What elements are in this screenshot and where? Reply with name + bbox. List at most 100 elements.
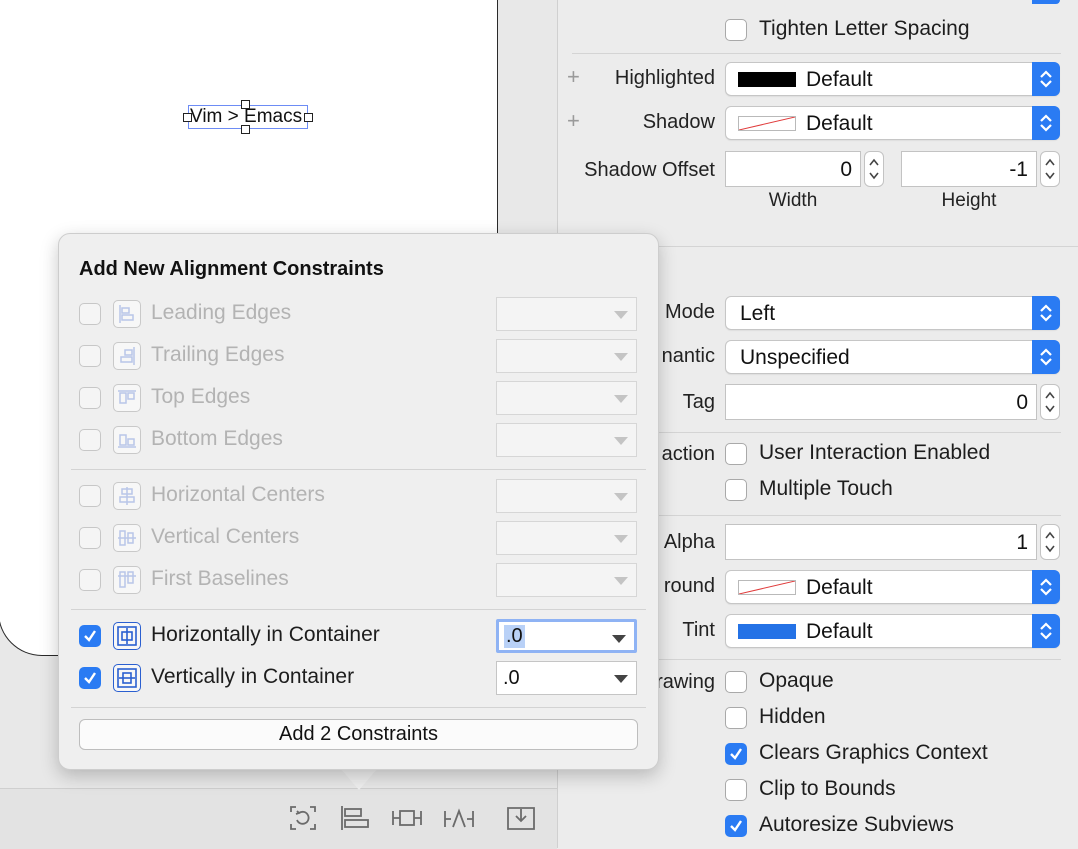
shadow-offset-height-stepper[interactable] (1040, 151, 1060, 187)
tag-stepper[interactable] (1040, 384, 1060, 420)
popover-title: Add New Alignment Constraints (79, 258, 384, 280)
tint-color-popup[interactable]: Default (725, 614, 1060, 648)
highlighted-color-popup[interactable]: Default (725, 62, 1060, 96)
horizontal-centers-label: Horizontal Centers (151, 483, 325, 506)
no-color-swatch (738, 580, 796, 595)
opaque-checkbox[interactable] (725, 671, 747, 693)
shadow-offset-width-value: 0 (840, 158, 852, 181)
user-interaction-enabled-checkbox[interactable] (725, 443, 747, 465)
constraint-row-first-baselines[interactable]: First Baselines (59, 560, 658, 602)
trailing-edges-checkbox[interactable] (79, 345, 101, 367)
vertically-in-container-offset-select[interactable]: .0 (496, 661, 637, 695)
add-constraints-button[interactable]: Add 2 Constraints (79, 719, 638, 750)
tighten-letter-spacing-checkbox[interactable] (725, 19, 747, 41)
vertically-in-container-checkbox[interactable] (79, 667, 101, 689)
tighten-letter-spacing-label: Tighten Letter Spacing (759, 17, 970, 40)
resize-handle-right[interactable] (304, 113, 313, 122)
alpha-value: 1 (1016, 531, 1028, 554)
semantic-popup[interactable]: Unspecified (725, 340, 1060, 374)
constraint-row-bottom-edges[interactable]: Bottom Edges (59, 420, 658, 462)
multiple-touch-checkbox[interactable] (725, 479, 747, 501)
leading-edges-checkbox[interactable] (79, 303, 101, 325)
shadow-offset-label: Shadow Offset (584, 159, 715, 181)
horizontally-in-container-checkbox[interactable] (79, 625, 101, 647)
top-edges-label: Top Edges (151, 385, 251, 408)
first-baselines-label: First Baselines (151, 567, 289, 590)
user-interaction-enabled-label: User Interaction Enabled (759, 441, 991, 464)
horizontally-in-container-offset-value: .0 (504, 625, 525, 648)
clip-to-bounds-checkbox[interactable] (725, 779, 747, 801)
top-edges-offset-select[interactable] (496, 381, 637, 415)
constraint-row-trailing-edges[interactable]: Trailing Edges (59, 336, 658, 378)
add-new-constraints-icon[interactable] (391, 803, 423, 833)
horizontal-centers-icon (113, 482, 141, 510)
hidden-checkbox[interactable] (725, 707, 747, 729)
bottom-edges-icon (113, 426, 141, 454)
caret-down-icon (614, 311, 628, 319)
divider (659, 659, 1061, 660)
background-color-popup[interactable]: Default (725, 570, 1060, 604)
bottom-edges-checkbox[interactable] (79, 429, 101, 451)
caret-down-icon (614, 577, 628, 585)
highlighted-swatch (738, 72, 796, 87)
resize-handle-bottom[interactable] (241, 125, 250, 134)
divider (659, 432, 1061, 433)
caret-down-icon (614, 353, 628, 361)
highlighted-label: Highlighted (614, 67, 715, 89)
vertical-centers-offset-select[interactable] (496, 521, 637, 555)
horizontal-centers-offset-select[interactable] (496, 479, 637, 513)
bottom-edges-label: Bottom Edges (151, 427, 283, 450)
horizontal-centers-checkbox[interactable] (79, 485, 101, 507)
divider (572, 53, 1061, 54)
tag-field[interactable]: 0 (725, 384, 1037, 420)
shadow-offset-width-stepper[interactable] (864, 151, 884, 187)
first-baselines-checkbox[interactable] (79, 569, 101, 591)
clears-graphics-context-checkbox[interactable] (725, 743, 747, 765)
content-mode-value: Left (740, 302, 776, 325)
resize-handle-top[interactable] (241, 100, 250, 109)
caret-down-icon (614, 437, 628, 445)
resolve-auto-layout-icon[interactable] (443, 803, 475, 833)
horizontally-in-container-icon (113, 622, 141, 650)
horizontally-in-container-offset-select[interactable]: .0 (496, 619, 637, 653)
constraint-row-vertical-centers[interactable]: Vertical Centers (59, 518, 658, 560)
autoresize-subviews-checkbox[interactable] (725, 815, 747, 837)
popup-button-top-partial[interactable] (1032, 0, 1060, 4)
resize-handle-left[interactable] (183, 113, 192, 122)
bottom-edges-offset-select[interactable] (496, 423, 637, 457)
constraint-row-horizontally-in-container[interactable]: Horizontally in Container .0 (59, 616, 658, 658)
update-frames-icon[interactable] (287, 803, 319, 833)
constraint-row-horizontal-centers[interactable]: Horizontal Centers (59, 476, 658, 518)
leading-edges-offset-select[interactable] (496, 297, 637, 331)
shadow-offset-width-field[interactable]: 0 (725, 151, 861, 187)
shadow-value: Default (806, 112, 873, 135)
vertical-centers-checkbox[interactable] (79, 527, 101, 549)
vertical-centers-icon (113, 524, 141, 552)
caret-down-icon (614, 395, 628, 403)
first-baselines-offset-select[interactable] (496, 563, 637, 597)
no-color-swatch (738, 116, 796, 131)
trailing-edges-offset-select[interactable] (496, 339, 637, 373)
hidden-label: Hidden (759, 705, 826, 728)
shadow-offset-height-field[interactable]: -1 (901, 151, 1037, 187)
chevron-updown-icon (1032, 570, 1060, 604)
shadow-color-popup[interactable]: Default (725, 106, 1060, 140)
vertical-centers-label: Vertical Centers (151, 525, 300, 548)
content-mode-popup[interactable]: Left (725, 296, 1060, 330)
vertically-in-container-offset-value: .0 (503, 667, 520, 689)
embed-in-icon[interactable] (505, 803, 537, 833)
clears-graphics-context-label: Clears Graphics Context (759, 741, 988, 764)
constraint-row-vertically-in-container[interactable]: Vertically in Container .0 (59, 658, 658, 700)
align-icon[interactable] (339, 803, 371, 833)
constraint-row-leading-edges[interactable]: Leading Edges (59, 294, 658, 336)
constraint-row-top-edges[interactable]: Top Edges (59, 378, 658, 420)
caret-down-icon (614, 493, 628, 501)
alpha-field[interactable]: 1 (725, 524, 1037, 560)
caret-down-icon (614, 535, 628, 543)
top-edges-checkbox[interactable] (79, 387, 101, 409)
leading-edges-icon (113, 300, 141, 328)
alpha-stepper[interactable] (1040, 524, 1060, 560)
trailing-edges-label: Trailing Edges (151, 343, 285, 366)
add-variation-shadow-icon[interactable]: + (567, 108, 580, 134)
add-variation-highlighted-icon[interactable]: + (567, 64, 580, 90)
